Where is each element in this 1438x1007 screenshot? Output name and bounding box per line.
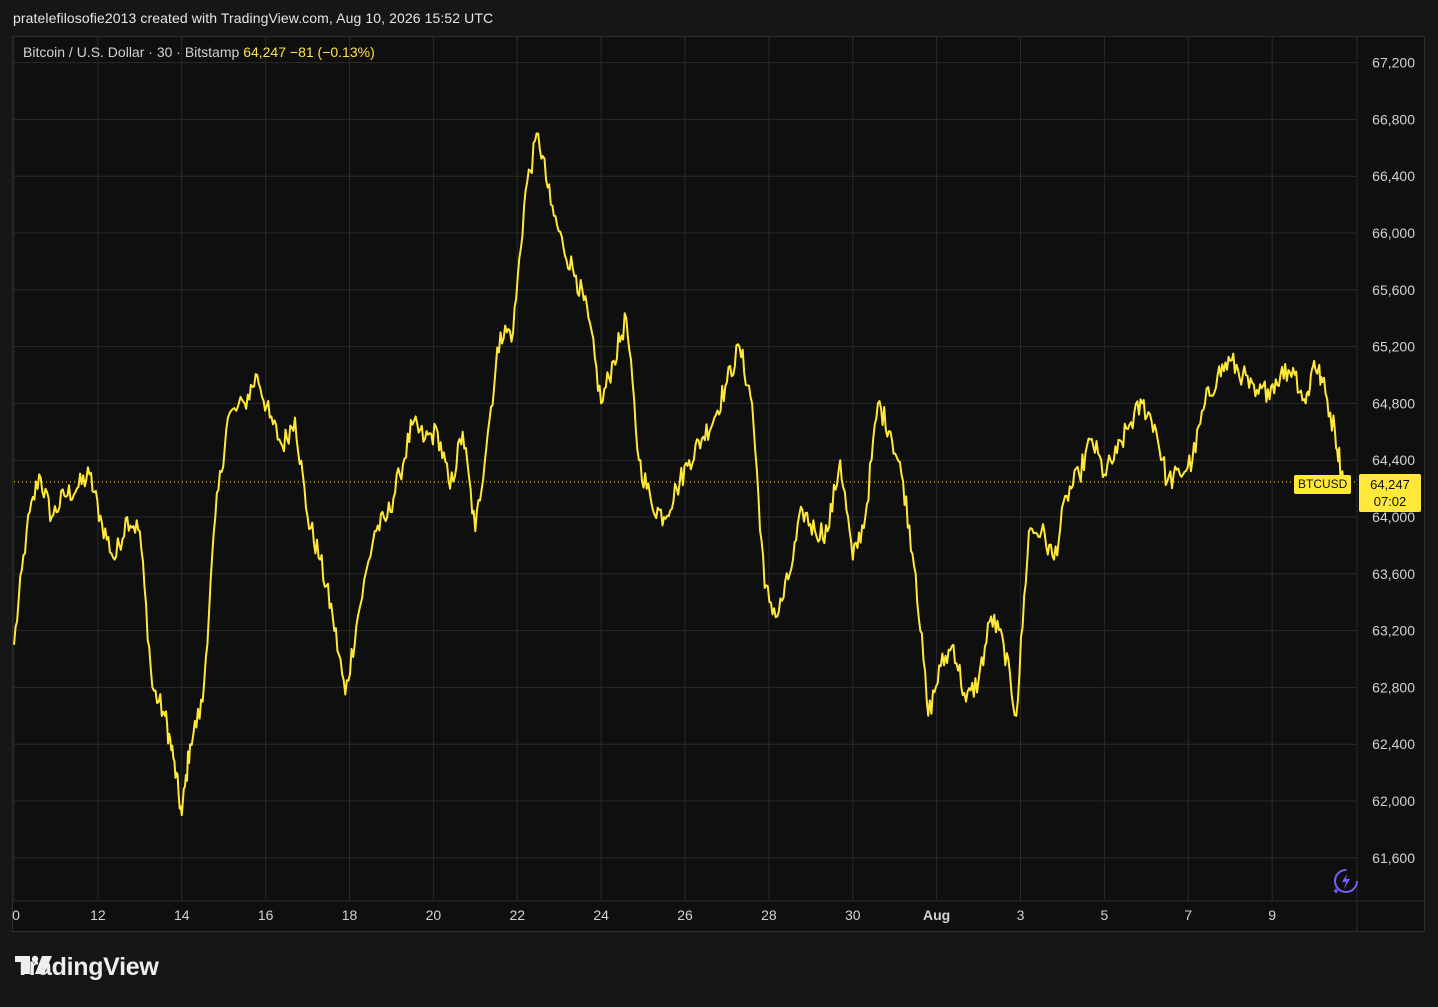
time-tick-label: Aug xyxy=(923,907,950,923)
price-tick-label: 66,800 xyxy=(1372,111,1415,127)
time-tick-label: 0 xyxy=(12,907,20,923)
instrument-label: Bitcoin / U.S. Dollar · 30 · Bitstamp xyxy=(23,44,240,60)
time-axis: 0 12 14 16 18 20 22 24 26 28 30 Aug 3 5 7 9 xyxy=(12,907,1276,923)
time-tick-label: 12 xyxy=(90,907,106,923)
time-tick-label: 7 xyxy=(1184,907,1192,923)
price-tick-label: 66,400 xyxy=(1372,168,1415,184)
price-tick-label: 67,200 xyxy=(1372,55,1415,71)
time-tick-label: 20 xyxy=(426,907,442,923)
price-tick-label: 61,600 xyxy=(1372,850,1415,866)
price-tick-label: 62,400 xyxy=(1372,736,1415,752)
time-tick-label: 24 xyxy=(593,907,609,923)
price-tick-label: 63,200 xyxy=(1372,623,1415,639)
time-tick-label: 28 xyxy=(761,907,777,923)
last-price-badge: 64,247 07:02 xyxy=(1359,474,1421,512)
time-tick-label: 9 xyxy=(1268,907,1276,923)
tradingview-logo-icon xyxy=(15,955,52,974)
price-chart[interactable]: 61,60062,00062,40062,80063,20063,60064,0… xyxy=(0,0,1438,1007)
time-tick-label: 14 xyxy=(174,907,190,923)
time-tick-label: 18 xyxy=(342,907,358,923)
price-series-line xyxy=(13,132,1345,817)
time-tick-label: 26 xyxy=(677,907,693,923)
chart-legend[interactable]: Bitcoin / U.S. Dollar · 30 · Bitstamp 64… xyxy=(23,44,375,60)
grid xyxy=(13,37,1424,931)
time-tick-label: 22 xyxy=(509,907,525,923)
price-tick-label: 62,800 xyxy=(1372,679,1415,695)
time-tick-label: 30 xyxy=(845,907,861,923)
price-tick-label: 65,200 xyxy=(1372,339,1415,355)
symbol-badge: BTCUSD xyxy=(1294,475,1352,494)
time-tick-label: 5 xyxy=(1100,907,1108,923)
time-tick-label: 3 xyxy=(1017,907,1025,923)
last-price-badge-value: 64,247 xyxy=(1370,477,1410,492)
price-tick-label: 65,600 xyxy=(1372,282,1415,298)
price-change: −81 xyxy=(289,44,314,60)
time-tick-label: 16 xyxy=(258,907,274,923)
price-tick-label: 63,600 xyxy=(1372,566,1415,582)
price-tick-label: 64,800 xyxy=(1372,395,1415,411)
ai-assist-icon[interactable] xyxy=(1330,866,1360,896)
tradingview-logo[interactable]: TradingView xyxy=(15,953,159,982)
price-tick-label: 66,000 xyxy=(1372,225,1415,241)
price-axis: 61,60062,00062,40062,80063,20063,60064,0… xyxy=(1372,55,1415,866)
price-tick-label: 64,400 xyxy=(1372,452,1415,468)
last-price-value: 64,247 xyxy=(243,44,287,60)
price-tick-label: 62,000 xyxy=(1372,793,1415,809)
bar-countdown: 07:02 xyxy=(1373,494,1407,509)
price-change-percent: (−0.13%) xyxy=(317,44,375,60)
page: pratelefilosofie2013 created with Tradin… xyxy=(0,0,1438,1007)
